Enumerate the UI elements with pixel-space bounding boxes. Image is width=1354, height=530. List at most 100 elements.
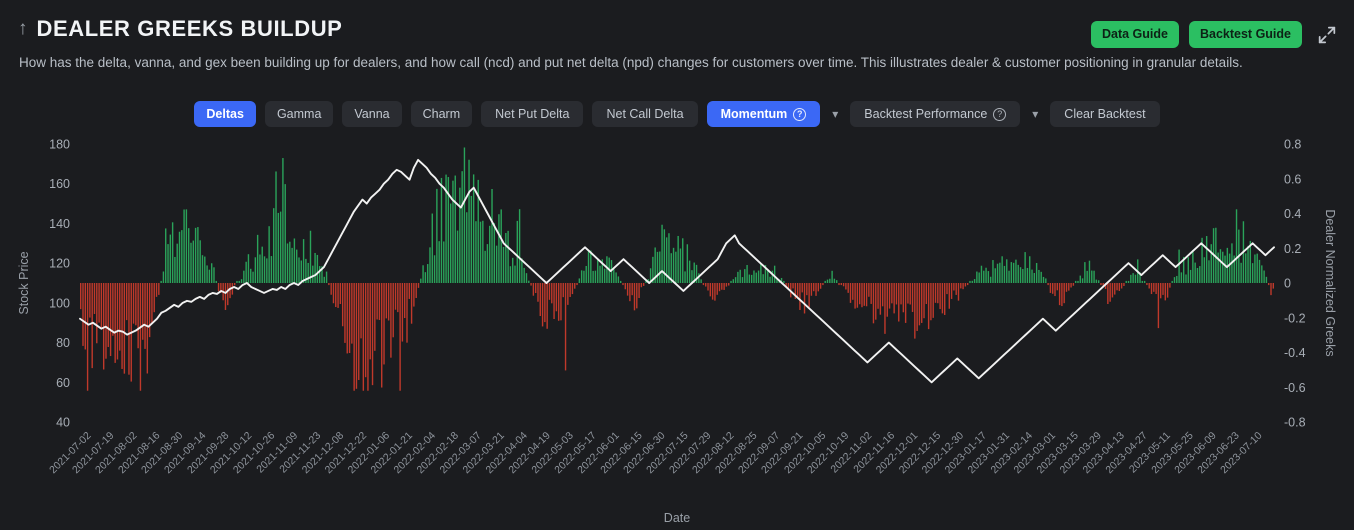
y-axis-right-tick: 0.4 xyxy=(1284,207,1301,221)
greek-bar-negative xyxy=(900,283,902,305)
backtest-performance-selector[interactable]: Backtest Performance ? xyxy=(850,101,1021,127)
greek-bar-positive xyxy=(1125,280,1127,283)
greek-bar-negative xyxy=(151,283,153,323)
greek-bar-negative xyxy=(893,283,895,314)
help-circle-icon[interactable]: ? xyxy=(993,107,1007,121)
greek-bar-positive xyxy=(659,251,661,283)
greek-bar-negative xyxy=(622,283,624,286)
greek-bar-negative xyxy=(923,283,925,319)
greek-bar-positive xyxy=(672,247,675,283)
greek-bar-negative xyxy=(723,283,725,290)
greek-bar-negative xyxy=(838,283,840,286)
greek-bar-positive xyxy=(160,280,162,283)
greek-bar-positive xyxy=(1205,236,1208,283)
greek-bar-positive xyxy=(507,230,509,283)
greek-bar-positive xyxy=(495,245,498,283)
greek-bar-positive xyxy=(1074,280,1077,283)
chart-container[interactable]: 180 160 140 120 100 80 60 40 0.8 0.6 0.4 0.2 0 -0.2 -… xyxy=(0,130,1354,530)
greek-bar-negative xyxy=(105,283,107,359)
greek-bar-positive xyxy=(769,276,771,283)
greek-bar-positive xyxy=(463,147,466,284)
greek-bar-positive xyxy=(1235,209,1238,283)
greek-bar-positive xyxy=(502,246,505,283)
greek-bar-positive xyxy=(1254,254,1256,283)
greek-bar-positive xyxy=(484,250,486,283)
greek-bar-positive xyxy=(431,213,433,283)
greek-bar-negative xyxy=(148,283,151,338)
x-axis-ticks: 2021-07-022021-07-192021-08-022021-08-16… xyxy=(47,430,1265,477)
greek-bar-positive xyxy=(615,272,617,283)
tab-deltas[interactable]: Deltas xyxy=(194,101,256,127)
greek-bar-negative xyxy=(1065,283,1068,292)
greek-bar-negative xyxy=(408,283,410,299)
greek-bar-positive xyxy=(440,177,443,283)
greek-bar-negative xyxy=(339,283,342,304)
tab-net-call-delta[interactable]: Net Call Delta xyxy=(592,101,698,127)
greek-bar-negative xyxy=(888,283,891,309)
tab-net-put-delta[interactable]: Net Put Delta xyxy=(481,101,584,127)
greek-bar-positive xyxy=(833,278,836,283)
greek-bar-negative xyxy=(548,283,551,300)
tab-vanna[interactable]: Vanna xyxy=(342,101,402,127)
greek-bar-negative xyxy=(962,283,964,290)
price-line xyxy=(79,158,1275,384)
data-guide-button[interactable]: Data Guide xyxy=(1090,21,1179,48)
greek-bar-positive xyxy=(734,277,737,283)
momentum-selector[interactable]: Momentum ? xyxy=(706,101,821,127)
greek-bar-negative xyxy=(904,283,907,323)
greek-bar-negative xyxy=(217,283,220,292)
greek-bar-positive xyxy=(436,188,438,283)
y-axis-right-ticks: 0.8 0.6 0.4 0.2 0 -0.2 -0.4 -0.6 -0.8 xyxy=(1284,138,1306,430)
backtest-performance-chevron-down-icon[interactable]: ▾ xyxy=(1029,107,1041,121)
greek-bar-positive xyxy=(592,270,594,283)
greek-bar-positive xyxy=(1026,267,1029,283)
y-axis-right-tick: 0 xyxy=(1284,277,1291,291)
greek-bar-positive xyxy=(1199,266,1201,283)
greek-bar-positive xyxy=(1240,262,1242,283)
greek-bar-negative xyxy=(362,283,365,391)
greek-bar-positive xyxy=(603,268,606,283)
greek-bar-positive xyxy=(426,264,429,283)
greek-bar-positive xyxy=(259,254,261,283)
greek-bar-negative xyxy=(1166,283,1169,298)
greek-bar-positive xyxy=(1022,269,1024,283)
greek-bar-negative xyxy=(950,283,953,299)
greek-bar-positive xyxy=(323,276,325,283)
greek-bar-negative xyxy=(854,283,856,309)
greek-bar-positive xyxy=(757,270,760,283)
greek-bar-positive xyxy=(247,254,250,283)
greek-bar-positive xyxy=(750,274,753,283)
greek-bar-positive xyxy=(286,243,289,283)
greek-bar-negative xyxy=(562,283,564,298)
dealer-greeks-chart[interactable]: 180 160 140 120 100 80 60 40 0.8 0.6 0.4 0.2 0 -0.2 -… xyxy=(0,130,1354,530)
greek-bar-positive xyxy=(424,272,427,283)
greek-bar-positive xyxy=(688,260,691,283)
greek-bar-positive xyxy=(580,270,583,283)
greek-bar-positive xyxy=(1003,265,1006,283)
tab-charm[interactable]: Charm xyxy=(410,101,473,127)
help-circle-icon[interactable]: ? xyxy=(793,107,807,121)
greek-bar-negative xyxy=(82,283,84,346)
greek-bar-negative xyxy=(229,283,231,299)
greek-bar-negative xyxy=(330,283,332,295)
greek-bar-negative xyxy=(1047,283,1049,286)
clear-backtest-button[interactable]: Clear Backtest xyxy=(1050,101,1160,127)
greek-bar-negative xyxy=(1118,283,1121,291)
greek-bar-positive xyxy=(737,271,739,283)
greek-bar-negative xyxy=(337,283,339,308)
expand-diagonal-icon[interactable] xyxy=(1316,24,1338,46)
backtest-guide-button[interactable]: Backtest Guide xyxy=(1188,21,1302,48)
greek-bar-negative xyxy=(884,283,886,334)
greek-bar-negative xyxy=(1150,283,1153,295)
greek-bar-negative xyxy=(346,283,348,354)
y-axis-left-ticks: 180 160 140 120 100 80 60 40 xyxy=(49,138,70,430)
momentum-chevron-down-icon[interactable]: ▾ xyxy=(829,107,841,121)
greek-bar-negative xyxy=(725,283,728,287)
greek-bar-negative xyxy=(404,283,406,319)
greek-bar-negative xyxy=(534,283,537,294)
greek-bar-positive xyxy=(208,269,211,283)
greek-bar-positive xyxy=(1093,270,1095,283)
tab-gamma[interactable]: Gamma xyxy=(264,101,334,127)
greek-bar-negative xyxy=(705,283,707,287)
greek-bar-negative xyxy=(93,283,96,314)
